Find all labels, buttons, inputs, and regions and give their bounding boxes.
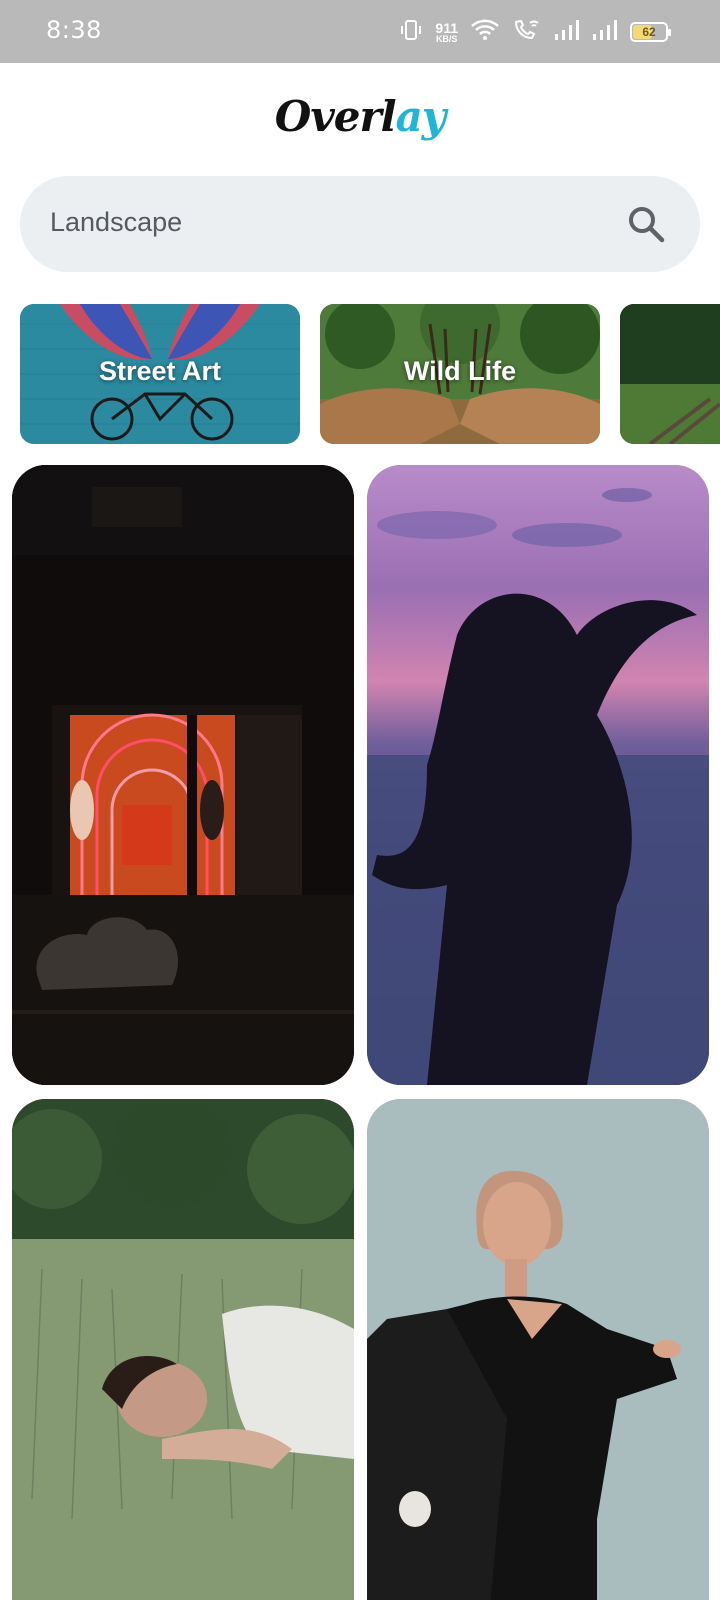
nature-thumbnail: [620, 304, 720, 444]
network-speed: 911 KB/S: [435, 19, 458, 44]
search-input[interactable]: Landscape: [50, 207, 182, 238]
status-icons: 911 KB/S 62: [399, 16, 671, 48]
woman-lying-grass-photo: [12, 1099, 354, 1600]
category-wild-life[interactable]: Wild Life: [320, 304, 600, 444]
neon-storefront-photo: [12, 465, 354, 1085]
battery-icon: 62: [630, 22, 671, 42]
battery-level: 62: [642, 25, 656, 39]
category-partial[interactable]: [620, 304, 720, 444]
search-icon[interactable]: [626, 204, 666, 244]
photo-card[interactable]: [12, 1099, 354, 1600]
woman-wind-hair-photo: [367, 465, 709, 1085]
category-street-art[interactable]: Street Art: [20, 304, 300, 444]
signal-icon: [554, 19, 580, 46]
photo-card[interactable]: [367, 465, 709, 1085]
photo-card[interactable]: [12, 465, 354, 1085]
status-time: 8:38: [46, 16, 102, 44]
status-bar: 8:38 911 KB/S 62: [0, 0, 720, 63]
vibrate-icon: [399, 18, 423, 47]
category-label: Street Art: [98, 356, 222, 386]
photo-card[interactable]: [367, 1099, 709, 1600]
woman-black-blazer-photo: [367, 1099, 709, 1600]
category-label: Wild Life: [403, 356, 517, 386]
app-logo: Overlay: [274, 92, 446, 141]
category-carousel[interactable]: Street Art Wild Life: [20, 304, 720, 444]
search-bar[interactable]: Landscape: [20, 176, 700, 272]
wifi-icon: [470, 18, 500, 47]
signal-icon: [592, 19, 618, 46]
wifi-calling-icon: [512, 18, 542, 47]
